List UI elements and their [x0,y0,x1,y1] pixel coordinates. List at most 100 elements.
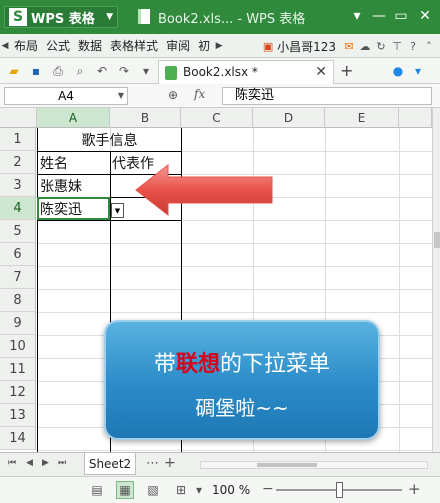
view-dropdown-icon[interactable]: ▾ [190,481,208,499]
column-header-d[interactable]: D [253,108,325,128]
table-border [37,220,182,221]
app-menu-button[interactable]: S WPS 表格 ▼ [4,6,118,28]
wps-logo-icon: S [9,8,27,26]
row-header-1[interactable]: 1 [0,128,36,151]
next-sheet-icon[interactable]: ▶ [42,458,49,468]
dropdown-list-button[interactable]: ▼ [111,203,124,218]
row-header-4[interactable]: 4 [0,197,36,220]
column-header-a[interactable]: A [37,108,110,128]
column-header-e[interactable]: E [325,108,399,128]
undo-icon[interactable]: ↶ [94,63,110,79]
callout-suffix: 的下拉菜单 [220,352,331,377]
more-sheets-icon[interactable]: ⋯ [146,456,159,471]
row-header-2[interactable]: 2 [0,151,36,174]
row-header-13[interactable]: 13 [0,404,36,427]
tab-list-icon[interactable]: ▾ [410,63,426,79]
menu-table-style[interactable]: 表格样式 [106,37,162,54]
upload-icon[interactable]: ● [390,63,406,79]
name-box[interactable]: A4 ▼ [4,87,128,105]
menu-more[interactable]: 初 [194,37,214,54]
formula-bar: A4 ▼ ⊕ fx 陈奕迅 [0,84,440,108]
app-button-label: WPS 表格 [31,11,95,27]
column-header-b[interactable]: B [110,108,181,128]
gridline [36,289,432,290]
row-header-5[interactable]: 5 [0,220,36,243]
redo-icon[interactable]: ↷ [116,63,132,79]
zoom-icon[interactable]: ⊕ [168,88,178,102]
zoom-level[interactable]: 100 % [212,483,250,497]
first-sheet-icon[interactable]: ⏮ [8,458,16,468]
row-header-3[interactable]: 3 [0,174,36,197]
page-layout-view-icon[interactable]: ▦ [116,481,134,499]
row-header-7[interactable]: 7 [0,266,36,289]
menu-review[interactable]: 审阅 [162,37,194,54]
scrollbar-thumb[interactable] [257,463,317,467]
user-name[interactable]: 小昌哥123 [277,38,336,55]
cloud-icon[interactable]: ☁ [358,39,372,53]
status-bar: ▤ ▦ ▧ ⊞ ▾ 100 % − + [0,476,440,503]
column-header-c[interactable]: C [181,108,253,128]
cell-a1[interactable]: 歌手信息 [37,130,182,150]
close-icon[interactable]: ✕ [414,6,436,26]
fx-icon[interactable]: fx [194,87,205,101]
skin-icon[interactable]: ▾ [346,6,368,26]
normal-view-icon[interactable]: ▤ [88,481,106,499]
row-header-8[interactable]: 8 [0,289,36,312]
sheet-tab-sheet2[interactable]: Sheet2 [84,453,136,475]
menu-data[interactable]: 数据 [74,37,106,54]
gridline [36,266,432,267]
zoom-slider-thumb[interactable] [336,482,343,498]
cell-a3[interactable]: 张惠妹 [40,176,82,196]
print-icon[interactable]: ⎙ [50,63,66,79]
document-tab[interactable]: Book2.xlsx * ✕ [158,60,334,84]
menu-layout[interactable]: 布局 [10,37,42,54]
horizontal-scrollbar[interactable] [200,461,428,469]
row-header-14[interactable]: 14 [0,427,36,450]
cell-a2[interactable]: 姓名 [40,153,68,173]
zoom-in-icon[interactable]: + [408,480,421,498]
callout-subtitle: 碉堡啦~~ [195,396,289,420]
formula-input[interactable]: 陈奕迅 [222,87,432,105]
row-header-9[interactable]: 9 [0,312,36,335]
new-tab-icon[interactable]: + [340,61,353,80]
toolbar-dropdown-icon[interactable]: ▾ [138,63,154,79]
close-tab-icon[interactable]: ✕ [315,64,327,80]
row-header-12[interactable]: 12 [0,381,36,404]
menu-scroll-right-icon[interactable]: ▶ [214,41,224,51]
prev-sheet-icon[interactable]: ◀ [26,458,33,468]
gridline [36,243,432,244]
scrollbar-thumb[interactable] [434,232,440,248]
minimize-icon[interactable]: — [368,6,390,26]
maximize-icon[interactable]: ▭ [390,6,412,26]
zoom-out-icon[interactable]: − [262,481,274,497]
mail-icon[interactable]: ✉ [342,39,356,53]
row-header-6[interactable]: 6 [0,243,36,266]
save-icon[interactable]: ▪ [28,63,44,79]
open-folder-icon[interactable]: ▰ [6,63,22,79]
select-all-corner[interactable] [0,108,37,128]
callout-box: 带联想的下拉菜单 碉堡啦~~ [104,320,380,440]
row-header-11[interactable]: 11 [0,358,36,381]
print-preview-icon[interactable]: ⌕ [72,63,88,79]
callout-keyword: 联想 [175,352,220,377]
page-break-view-icon[interactable]: ▧ [144,481,162,499]
shirt-icon[interactable]: ⊤ [390,39,404,53]
vertical-scrollbar[interactable] [432,108,440,452]
collapse-icon[interactable]: ˄ [422,39,436,53]
chevron-down-icon: ▼ [106,12,113,22]
last-sheet-icon[interactable]: ⏭ [58,458,66,468]
sync-icon[interactable]: ↻ [374,39,388,53]
quick-access-toolbar: ▰ ▪ ⎙ ⌕ ↶ ↷ ▾ Book2.xlsx * ✕ + ● ▾ [0,58,440,84]
help-icon[interactable]: ? [406,39,420,53]
chevron-down-icon[interactable]: ▼ [118,88,124,104]
add-sheet-icon[interactable]: + [164,455,176,471]
row-header-10[interactable]: 10 [0,335,36,358]
menu-scroll-left-icon[interactable]: ◀ [0,41,10,51]
menu-formula[interactable]: 公式 [42,37,74,54]
column-header-f[interactable] [399,108,432,128]
fullscreen-icon[interactable]: ⊞ [172,481,190,499]
active-cell-selection[interactable] [37,197,110,220]
callout-title: 带联想的下拉菜单 [106,346,378,378]
red-arrow-icon [135,163,273,217]
menu-bar: ◀ 布局 公式 数据 表格样式 审阅 初 ▶ ▣ 小昌哥123 ✉ ☁ ↻ ⊤ … [0,34,440,58]
